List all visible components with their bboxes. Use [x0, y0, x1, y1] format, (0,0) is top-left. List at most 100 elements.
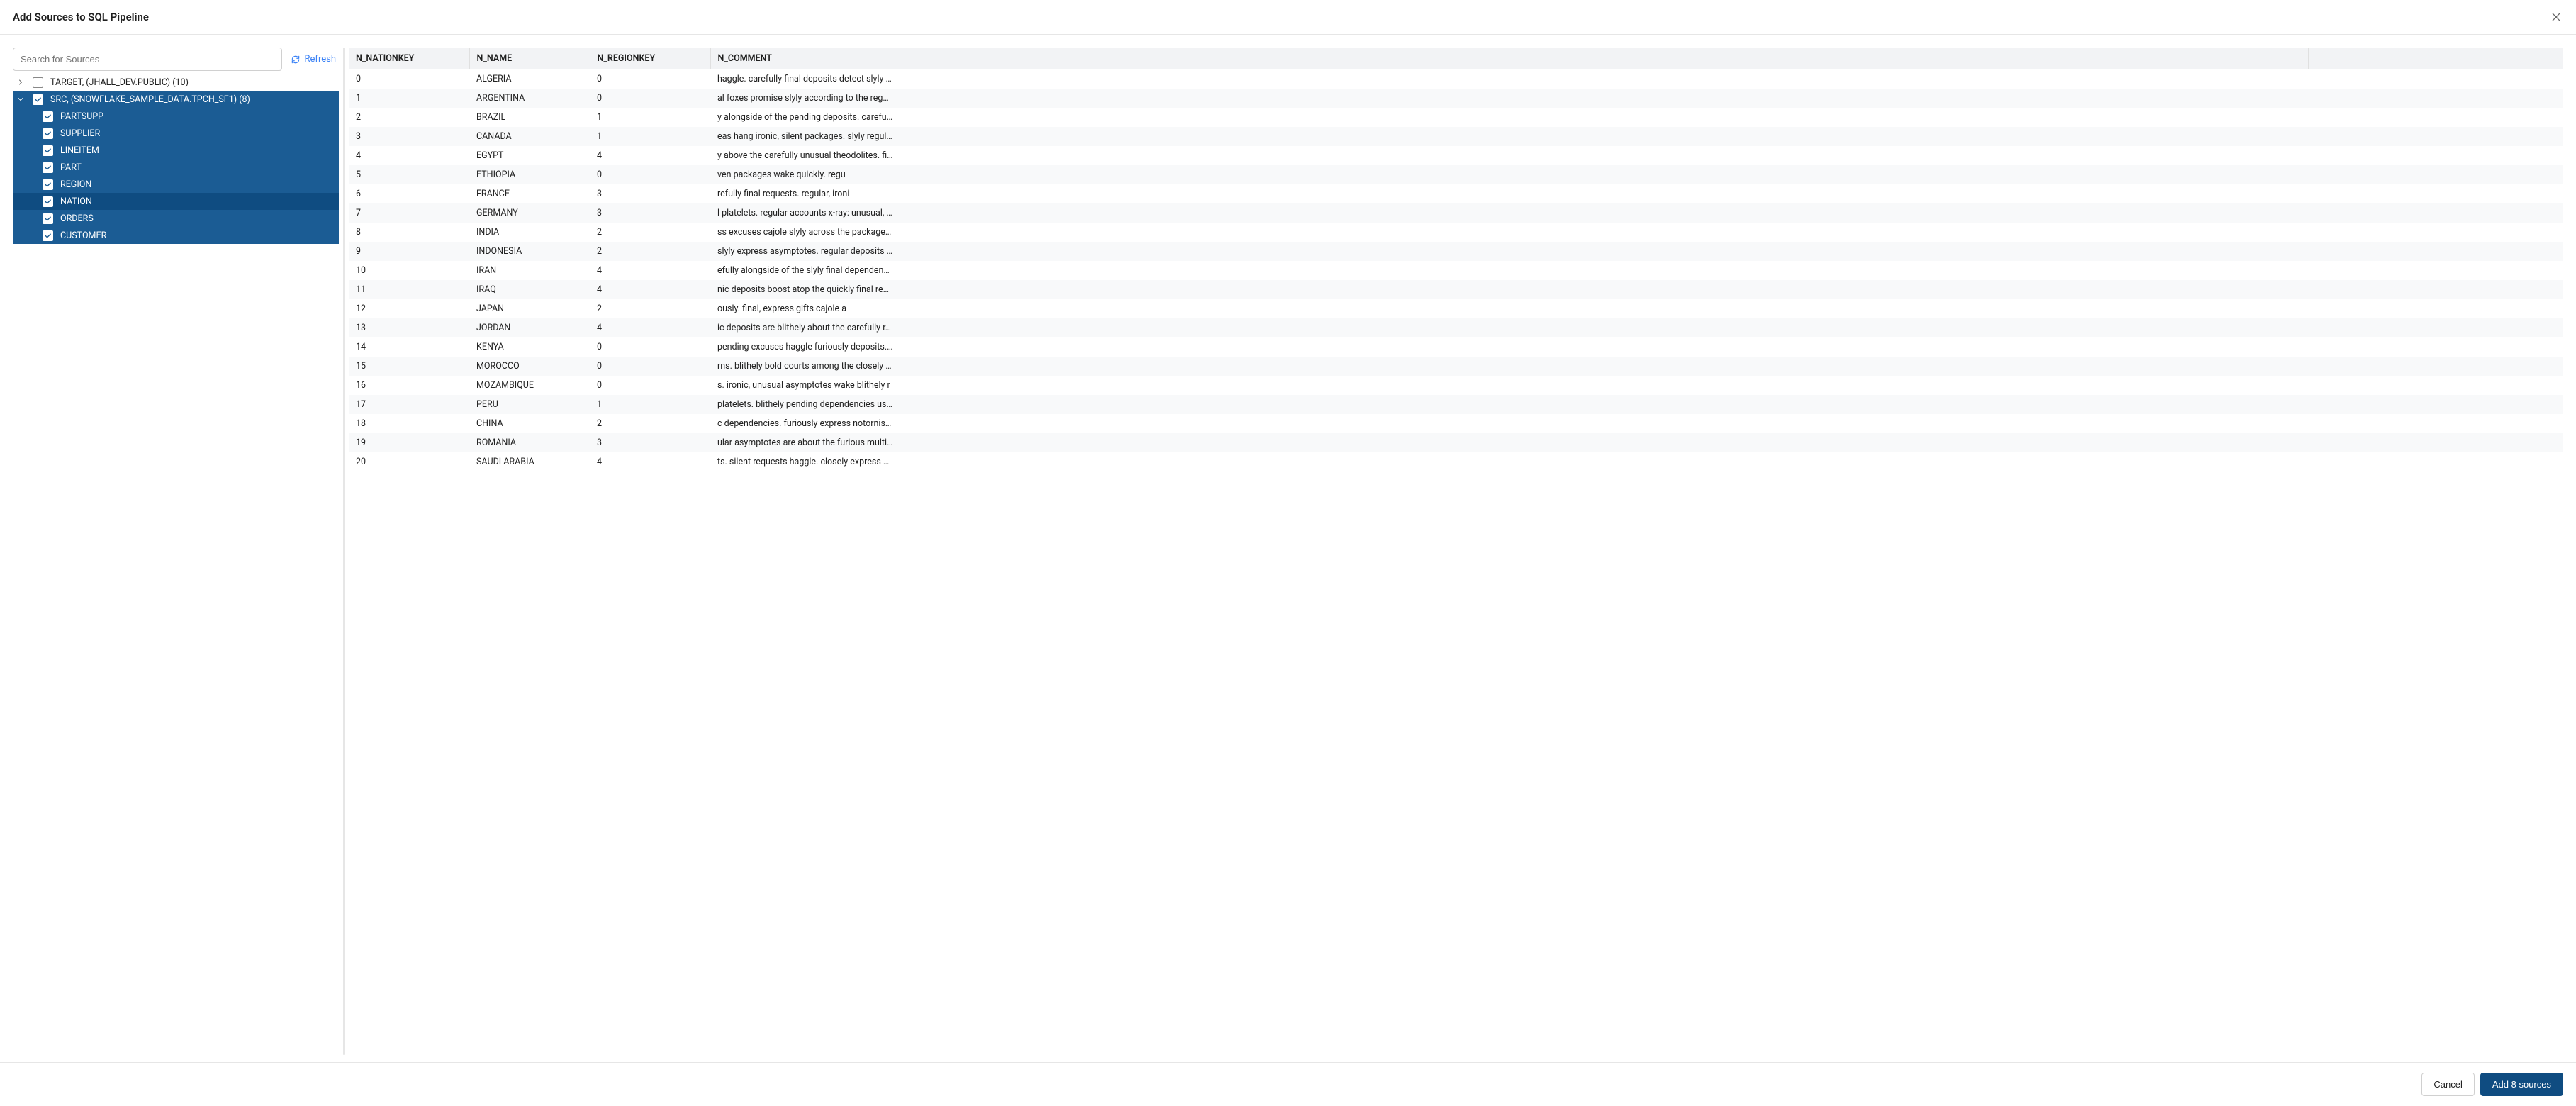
table-cell: FRANCE [469, 184, 590, 203]
table-row[interactable]: 1ARGENTINA0al foxes promise slyly accord… [349, 89, 2563, 108]
chevron-down-icon[interactable] [16, 94, 26, 104]
table-cell: eas hang ironic, silent packages. slyly … [710, 127, 2308, 146]
table-row[interactable]: 3CANADA1eas hang ironic, silent packages… [349, 127, 2563, 146]
table-cell: ARGENTINA [469, 89, 590, 108]
table-cell: ular asymptotes are about the furious mu… [710, 433, 2308, 452]
table-cell: ts. silent requests haggle. closely expr… [710, 452, 2308, 471]
checkbox[interactable] [33, 77, 43, 88]
close-button[interactable] [2549, 10, 2563, 24]
table-cell: y alongside of the pending deposits. car… [710, 108, 2308, 127]
table-cell-spacer [2308, 376, 2563, 395]
table-cell: l platelets. regular accounts x-ray: unu… [710, 203, 2308, 223]
tree-node-child[interactable]: REGION [13, 176, 339, 193]
tree-node-label: NATION [60, 196, 92, 207]
tree-node-parent[interactable]: TARGET, (JHALL_DEV.PUBLIC) (10) [13, 74, 339, 91]
tree-node-child[interactable]: SUPPLIER [13, 125, 339, 142]
table-cell-spacer [2308, 357, 2563, 376]
tree-node-child[interactable]: ORDERS [13, 210, 339, 227]
table-cell: pending excuses haggle furiously deposit… [710, 337, 2308, 357]
table-row[interactable]: 7GERMANY3l platelets. regular accounts x… [349, 203, 2563, 223]
table-cell: PERU [469, 395, 590, 414]
table-cell: ously. final, express gifts cajole a [710, 299, 2308, 318]
table-cell: 13 [349, 318, 469, 337]
tree-node-child[interactable]: PART [13, 159, 339, 176]
checkbox[interactable] [43, 179, 53, 190]
table-row[interactable]: 20SAUDI ARABIA4ts. silent requests haggl… [349, 452, 2563, 471]
close-icon [2550, 11, 2562, 23]
tree-node-parent[interactable]: SRC, (SNOWFLAKE_SAMPLE_DATA.TPCH_SF1) (8… [13, 91, 339, 108]
table-cell: SAUDI ARABIA [469, 452, 590, 471]
table-cell: JORDAN [469, 318, 590, 337]
table-cell: slyly express asymptotes. regular deposi… [710, 242, 2308, 261]
table-row[interactable]: 17PERU1platelets. blithely pending depen… [349, 395, 2563, 414]
tree-node-label: PART [60, 162, 82, 173]
table-row[interactable]: 9INDONESIA2slyly express asymptotes. reg… [349, 242, 2563, 261]
refresh-icon [291, 55, 301, 65]
refresh-button[interactable]: Refresh [288, 50, 339, 69]
table-cell: 0 [590, 165, 710, 184]
table-cell-spacer [2308, 108, 2563, 127]
table-row[interactable]: 2BRAZIL1y alongside of the pending depos… [349, 108, 2563, 127]
table-row[interactable]: 16MOZAMBIQUE0s. ironic, unusual asymptot… [349, 376, 2563, 395]
column-header[interactable]: N_NAME [469, 48, 590, 69]
table-cell: 4 [349, 146, 469, 165]
table-cell: ETHIOPIA [469, 165, 590, 184]
table-cell: INDONESIA [469, 242, 590, 261]
tree-node-child[interactable]: NATION [13, 193, 339, 210]
table-cell-spacer [2308, 395, 2563, 414]
sources-tree: TARGET, (JHALL_DEV.PUBLIC) (10)SRC, (SNO… [13, 74, 339, 1055]
table-row[interactable]: 11IRAQ4nic deposits boost atop the quick… [349, 280, 2563, 299]
table-cell: 4 [590, 261, 710, 280]
cancel-button[interactable]: Cancel [2421, 1073, 2474, 1096]
table-cell: IRAQ [469, 280, 590, 299]
table-cell: 0 [590, 376, 710, 395]
column-header[interactable]: N_COMMENT [710, 48, 2308, 69]
chevron-right-icon[interactable] [16, 77, 26, 87]
table-row[interactable]: 10IRAN4efully alongside of the slyly fin… [349, 261, 2563, 280]
checkbox[interactable] [33, 94, 43, 105]
checkbox[interactable] [43, 162, 53, 173]
checkbox[interactable] [43, 213, 53, 224]
table-row[interactable]: 4EGYPT4y above the carefully unusual the… [349, 146, 2563, 165]
table-row[interactable]: 8INDIA2ss excuses cajole slyly across th… [349, 223, 2563, 242]
preview-pane: N_NATIONKEYN_NAMEN_REGIONKEYN_COMMENT 0A… [349, 48, 2563, 1055]
tree-node-child[interactable]: PARTSUPP [13, 108, 339, 125]
add-sources-button[interactable]: Add 8 sources [2480, 1073, 2563, 1096]
table-cell: 2 [349, 108, 469, 127]
table-cell: platelets. blithely pending dependencies… [710, 395, 2308, 414]
table-row[interactable]: 19ROMANIA3ular asymptotes are about the … [349, 433, 2563, 452]
table-row[interactable]: 0ALGERIA0haggle. carefully final deposit… [349, 69, 2563, 89]
table-cell: 0 [590, 337, 710, 357]
table-row[interactable]: 15MOROCCO0rns. blithely bold courts amon… [349, 357, 2563, 376]
tree-node-label: LINEITEM [60, 145, 99, 156]
table-cell: EGYPT [469, 146, 590, 165]
table-cell: 19 [349, 433, 469, 452]
table-row[interactable]: 18CHINA2c dependencies. furiously expres… [349, 414, 2563, 433]
tree-node-child[interactable]: LINEITEM [13, 142, 339, 159]
table-cell: 10 [349, 261, 469, 280]
tree-node-child[interactable]: CUSTOMER [13, 227, 339, 244]
table-row[interactable]: 14KENYA0pending excuses haggle furiously… [349, 337, 2563, 357]
tree-node-label: SUPPLIER [60, 128, 100, 139]
column-header[interactable]: N_REGIONKEY [590, 48, 710, 69]
column-header[interactable]: N_NATIONKEY [349, 48, 469, 69]
table-row[interactable]: 6FRANCE3refully final requests. regular,… [349, 184, 2563, 203]
checkbox[interactable] [43, 111, 53, 122]
table-row[interactable]: 12JAPAN2ously. final, express gifts cajo… [349, 299, 2563, 318]
sources-tree-pane: Refresh TARGET, (JHALL_DEV.PUBLIC) (10)S… [13, 48, 339, 1055]
checkbox[interactable] [43, 145, 53, 156]
table-cell: 8 [349, 223, 469, 242]
table-row[interactable]: 5ETHIOPIA0ven packages wake quickly. reg… [349, 165, 2563, 184]
table-cell: al foxes promise slyly according to the … [710, 89, 2308, 108]
table-row[interactable]: 13JORDAN4ic deposits are blithely about … [349, 318, 2563, 337]
table-cell: s. ironic, unusual asymptotes wake blith… [710, 376, 2308, 395]
table-cell-spacer [2308, 242, 2563, 261]
checkbox[interactable] [43, 128, 53, 139]
table-cell-spacer [2308, 146, 2563, 165]
table-cell: 4 [590, 452, 710, 471]
checkbox[interactable] [43, 230, 53, 241]
search-input[interactable] [13, 48, 282, 71]
table-cell: 12 [349, 299, 469, 318]
checkbox[interactable] [43, 196, 53, 207]
table-cell: 3 [590, 184, 710, 203]
